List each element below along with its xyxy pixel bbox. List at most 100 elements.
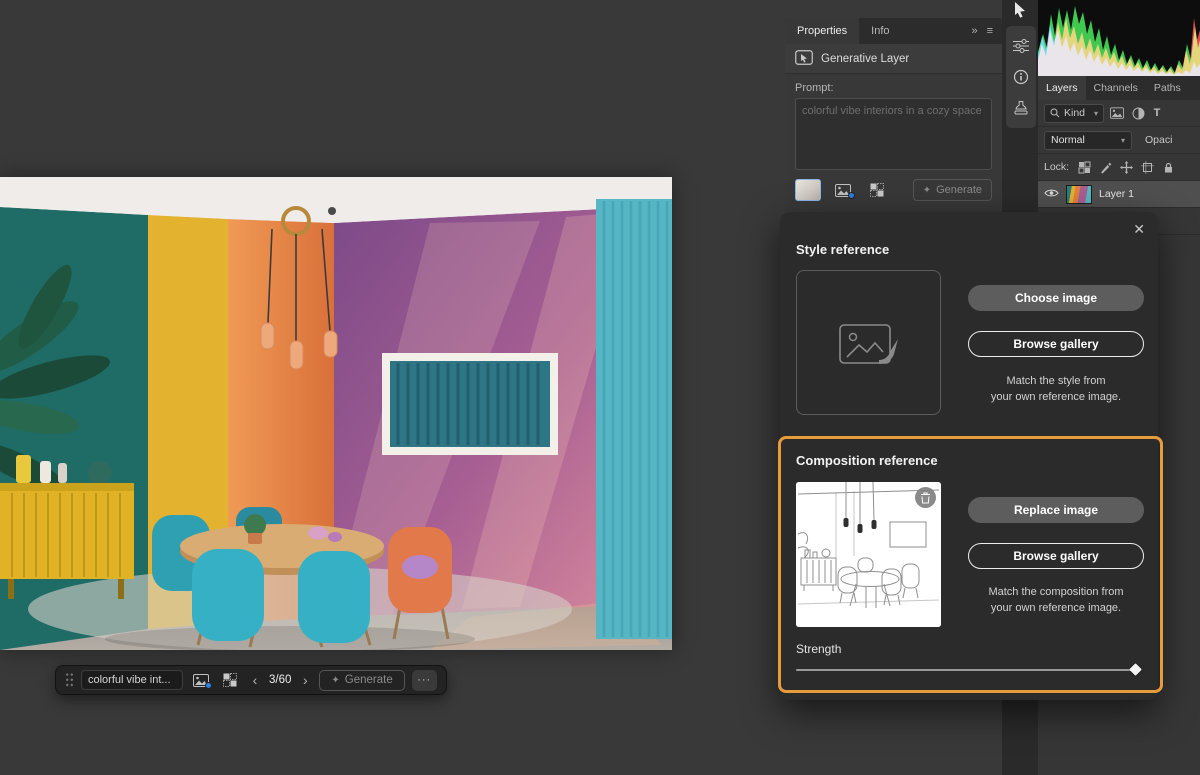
- taskbar-drag-handle-icon[interactable]: [65, 672, 74, 688]
- lock-all-icon[interactable]: [1160, 161, 1176, 174]
- next-variation-button[interactable]: ›: [298, 670, 312, 690]
- style-reference-button-small[interactable]: [831, 180, 855, 200]
- variation-counter: 3/60: [269, 674, 291, 686]
- generate-label: Generate: [345, 674, 393, 686]
- tab-properties[interactable]: Properties: [785, 18, 859, 44]
- lock-label: Lock:: [1044, 161, 1069, 173]
- active-reference-badge: [205, 682, 212, 689]
- strength-label: Strength: [796, 642, 841, 656]
- taskbar-prompt-field[interactable]: colorful vibe int...: [81, 670, 183, 690]
- replace-image-label: Replace image: [1014, 503, 1098, 517]
- type-filter-icon[interactable]: T: [1151, 107, 1163, 119]
- replace-image-button[interactable]: Replace image: [968, 497, 1144, 523]
- style-reference-description: Match the style from your own reference …: [962, 374, 1150, 406]
- generate-label: Generate: [936, 184, 982, 196]
- blend-mode-row: Normal ▾ Opacity:: [1038, 127, 1200, 154]
- layer-type-row: Generative Layer: [785, 44, 1002, 74]
- browse-gallery-label: Browse gallery: [1013, 549, 1098, 563]
- taskbar-prompt-text: colorful vibe int...: [88, 674, 171, 686]
- chevron-down-icon: ▾: [1094, 109, 1098, 118]
- slider-handle[interactable]: [1129, 663, 1142, 676]
- adjustment-filter-icon[interactable]: [1130, 107, 1146, 120]
- tab-info[interactable]: Info: [859, 18, 901, 44]
- composition-reference-title: Composition reference: [796, 453, 938, 468]
- delete-reference-button[interactable]: [915, 487, 936, 508]
- visibility-eye-icon[interactable]: [1044, 188, 1059, 201]
- lock-artboard-icon[interactable]: [1139, 161, 1155, 174]
- close-dialog-button[interactable]: ✕: [1133, 221, 1145, 238]
- contextual-taskbar: colorful vibe int... ‹ 3/60 › ✦ Generate…: [55, 665, 447, 695]
- layer-name: Layer 1: [1099, 188, 1134, 200]
- composition-browse-gallery-button[interactable]: Browse gallery: [968, 543, 1144, 569]
- composition-reference-button[interactable]: [219, 670, 241, 690]
- strength-slider[interactable]: [796, 664, 1140, 674]
- style-desc-line2: your own reference image.: [962, 390, 1150, 406]
- style-reference-title: Style reference: [796, 242, 889, 257]
- adjustments-panel-icon[interactable]: [1011, 36, 1031, 56]
- prompt-label: Prompt:: [795, 82, 992, 94]
- lock-position-icon[interactable]: [1118, 161, 1134, 174]
- image-placeholder-icon: [838, 318, 900, 368]
- clone-stamp-icon[interactable]: [1011, 98, 1031, 118]
- close-icon: ✕: [1133, 221, 1145, 237]
- info-panel-icon[interactable]: [1011, 67, 1031, 87]
- canvas-artwork: [0, 177, 672, 650]
- comp-desc-line1: Match the composition from: [962, 585, 1150, 601]
- sparkle-icon: ✦: [923, 185, 931, 196]
- layer-filter-row: Kind ▾ T: [1038, 100, 1200, 127]
- browse-gallery-label: Browse gallery: [1013, 337, 1098, 351]
- active-reference-badge: [848, 192, 855, 199]
- comp-desc-line2: your own reference image.: [962, 601, 1150, 617]
- slider-track[interactable]: [796, 669, 1140, 671]
- layer-thumbnail[interactable]: [1066, 185, 1092, 204]
- chevron-left-icon: ‹: [253, 672, 258, 688]
- lock-row: Lock:: [1038, 154, 1200, 181]
- properties-generate-button[interactable]: ✦ Generate: [913, 179, 992, 201]
- choose-image-button[interactable]: Choose image: [968, 285, 1144, 311]
- tab-paths[interactable]: Paths: [1146, 76, 1189, 100]
- composition-reference-thumbnail[interactable]: [796, 482, 941, 627]
- layer-type-label: Generative Layer: [821, 53, 909, 65]
- layer-row-layer1[interactable]: Layer 1: [1038, 181, 1200, 208]
- trash-icon: [920, 492, 931, 504]
- pointer-tool-icon[interactable]: [1013, 2, 1029, 19]
- layers-tabbar: Layers Channels Paths: [1038, 76, 1200, 100]
- properties-actions-row: ✦ Generate: [795, 179, 992, 201]
- blend-mode-dropdown[interactable]: Normal ▾: [1044, 131, 1132, 150]
- properties-tabbar: Properties Info » ≡: [785, 18, 1002, 44]
- prompt-textarea[interactable]: colorful vibe interiors in a cozy space: [795, 98, 992, 170]
- generative-layer-icon: [795, 50, 813, 68]
- lock-transparent-pixels-icon[interactable]: [1076, 161, 1092, 174]
- kind-filter-dropdown[interactable]: Kind ▾: [1044, 104, 1104, 123]
- properties-panel: Properties Info » ≡ Generative Layer Pro…: [785, 18, 1002, 215]
- style-browse-gallery-button[interactable]: Browse gallery: [968, 331, 1144, 357]
- kind-label: Kind: [1064, 107, 1085, 119]
- style-reference-dropzone[interactable]: [796, 270, 941, 415]
- style-desc-line1: Match the style from: [962, 374, 1150, 390]
- more-icon: ···: [417, 674, 431, 686]
- lock-image-pixels-icon[interactable]: [1097, 161, 1113, 174]
- sparkle-icon: ✦: [331, 675, 339, 686]
- photoshop-window: colorful vibe int... ‹ 3/60 › ✦ Generate…: [0, 0, 1200, 775]
- taskbar-generate-button[interactable]: ✦ Generate: [319, 670, 404, 691]
- composition-reference-button-small[interactable]: [865, 180, 889, 200]
- previous-variation-button[interactable]: ‹: [248, 670, 262, 690]
- reference-dialog: ✕ Style reference Choose image Browse ga…: [780, 212, 1158, 700]
- variation-thumbnail[interactable]: [795, 179, 821, 201]
- pixel-filter-icon[interactable]: [1109, 107, 1125, 119]
- histogram-panel: [1038, 0, 1200, 76]
- collapse-panel-icon[interactable]: »: [971, 25, 977, 37]
- choose-image-label: Choose image: [1015, 291, 1097, 305]
- document-canvas[interactable]: [0, 177, 672, 650]
- composition-reference-description: Match the composition from your own refe…: [962, 585, 1150, 617]
- prompt-value: colorful vibe interiors in a cozy space: [802, 105, 982, 117]
- chevron-right-icon: ›: [303, 672, 308, 688]
- style-reference-button[interactable]: [190, 670, 212, 690]
- tab-layers[interactable]: Layers: [1038, 76, 1086, 100]
- search-icon: [1050, 108, 1060, 118]
- chevron-down-icon: ▾: [1121, 136, 1125, 145]
- taskbar-more-button[interactable]: ···: [412, 670, 437, 691]
- tab-channels[interactable]: Channels: [1086, 76, 1146, 100]
- composition-grid-icon: [870, 183, 884, 197]
- panel-menu-icon[interactable]: ≡: [987, 25, 993, 37]
